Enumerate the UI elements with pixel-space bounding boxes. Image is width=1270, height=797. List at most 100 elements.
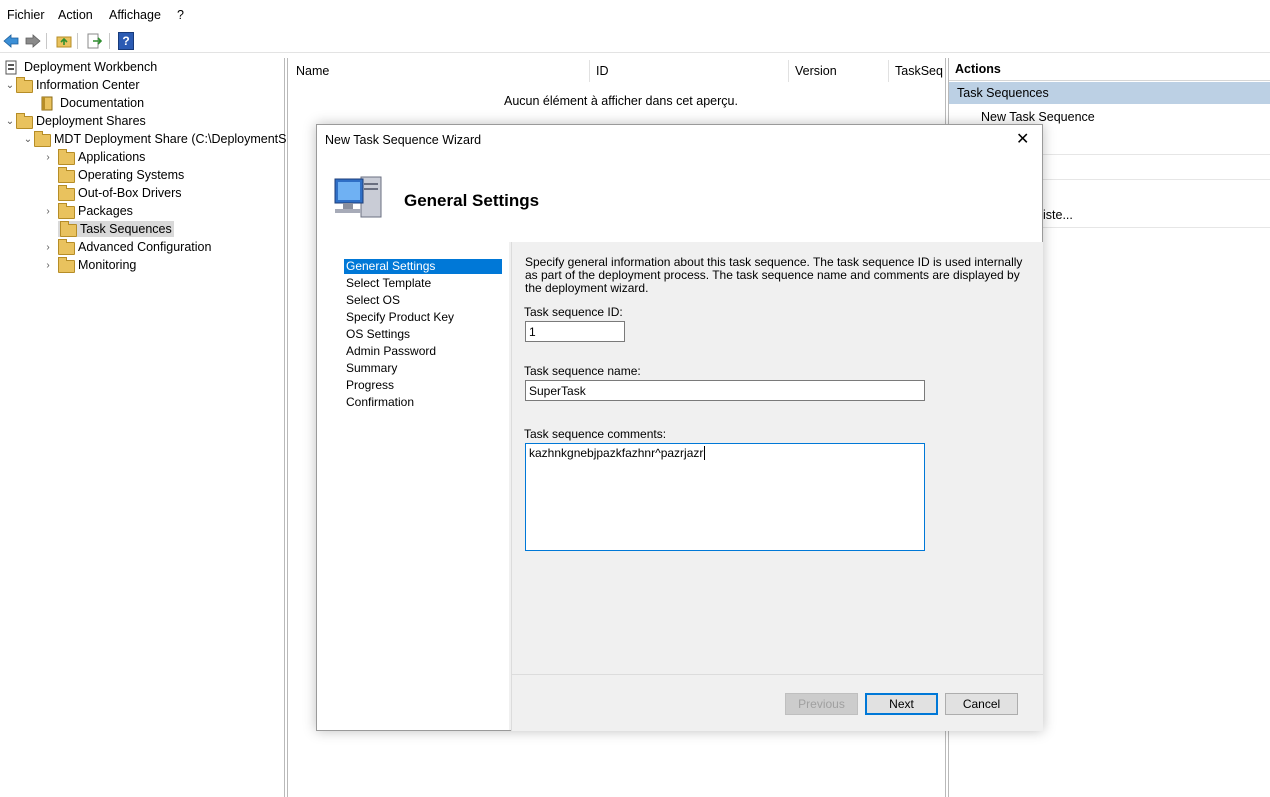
step-admin-password[interactable]: Admin Password <box>344 344 438 359</box>
column-separator[interactable] <box>589 60 590 82</box>
export-list-icon[interactable] <box>86 32 104 50</box>
dialog-header: General Settings <box>317 155 1042 242</box>
menu-action[interactable]: Action <box>58 8 93 22</box>
console-tree: Deployment Workbench ⌄ Information Cente… <box>0 58 293 797</box>
step-general-settings[interactable]: General Settings <box>344 259 502 274</box>
cancel-button[interactable]: Cancel <box>945 693 1018 715</box>
help-icon[interactable]: ? <box>117 32 135 50</box>
tree-node-task-sequences[interactable]: Task Sequences <box>58 220 174 238</box>
tree-label: Operating Systems <box>78 168 185 182</box>
chevron-down-icon[interactable]: ⌄ <box>4 115 16 127</box>
menu-bar: Fichier Action Affichage ? <box>0 0 1270 30</box>
tree-node-information-center[interactable]: ⌄ Information Center <box>4 76 140 94</box>
tree-node-workbench[interactable]: Deployment Workbench <box>4 58 157 76</box>
forward-arrow-icon[interactable] <box>24 32 42 50</box>
folder-open-icon <box>16 113 33 129</box>
folder-icon <box>58 257 75 273</box>
new-task-sequence-wizard: New Task Sequence Wizard ✕ General Setti… <box>316 124 1043 731</box>
tree-node-monitoring[interactable]: › Monitoring <box>42 256 136 274</box>
description-text: Specify general information about this t… <box>525 255 1023 295</box>
actions-title: Actions <box>955 62 1001 76</box>
step-select-template[interactable]: Select Template <box>344 276 433 291</box>
tree-label: Applications <box>78 150 146 164</box>
tree-node-packages[interactable]: › Packages <box>42 202 133 220</box>
column-separator[interactable] <box>888 60 889 82</box>
chevron-right-icon[interactable]: › <box>42 259 54 271</box>
dialog-title: New Task Sequence Wizard <box>325 133 482 147</box>
tree-node-drivers[interactable]: Out-of-Box Drivers <box>58 184 182 202</box>
menu-fichier[interactable]: Fichier <box>7 8 45 22</box>
next-button[interactable]: Next <box>865 693 938 715</box>
column-header-version[interactable]: Version <box>795 64 837 78</box>
tree-node-deployment-shares[interactable]: ⌄ Deployment Shares <box>4 112 146 130</box>
chevron-down-icon[interactable]: ⌄ <box>22 133 34 145</box>
id-label: Task sequence ID: <box>524 305 623 319</box>
tree-label: Monitoring <box>78 258 137 272</box>
column-header-name[interactable]: Name <box>296 64 329 78</box>
toolbar-separator <box>77 33 78 49</box>
book-icon <box>40 96 56 111</box>
workbench-icon <box>4 60 20 75</box>
folder-icon <box>58 203 75 219</box>
step-progress[interactable]: Progress <box>344 378 396 393</box>
task-sequence-name-input[interactable] <box>525 380 925 401</box>
menu-help[interactable]: ? <box>177 8 184 22</box>
folder-icon <box>58 149 75 165</box>
step-os-settings[interactable]: OS Settings <box>344 327 412 342</box>
comments-text: kazhnkgnebjpazkfazhnr^pazrjazr <box>529 446 704 460</box>
folder-open-icon <box>34 131 51 147</box>
dialog-titlebar[interactable]: New Task Sequence Wizard ✕ <box>317 125 1042 155</box>
close-icon[interactable]: ✕ <box>1016 129 1029 149</box>
page-heading: General Settings <box>404 191 540 210</box>
folder-icon <box>58 185 75 201</box>
previous-button[interactable]: Previous <box>785 693 858 715</box>
tree-node-mdt-share[interactable]: ⌄ MDT Deployment Share (C:\DeploymentSh <box>22 130 293 148</box>
chevron-right-icon[interactable]: › <box>42 151 54 163</box>
action-export-list[interactable]: iste... <box>1043 208 1073 222</box>
wizard-steps: General Settings Select Template Select … <box>317 242 509 730</box>
tree-node-applications[interactable]: › Applications <box>42 148 145 166</box>
folder-icon <box>58 167 75 183</box>
menu-affichage[interactable]: Affichage <box>109 8 161 22</box>
computer-icon <box>331 173 385 228</box>
step-summary[interactable]: Summary <box>344 361 399 376</box>
column-separator[interactable] <box>788 60 789 82</box>
tree-label: Advanced Configuration <box>78 240 212 254</box>
actions-section-task-sequences[interactable]: Task Sequences <box>949 82 1270 104</box>
tree-label: Out-of-Box Drivers <box>78 186 182 200</box>
wizard-footer: Previous Next Cancel <box>511 674 1043 731</box>
chevron-right-icon[interactable]: › <box>42 205 54 217</box>
folder-icon <box>60 221 77 237</box>
folder-icon <box>58 239 75 255</box>
step-select-os[interactable]: Select OS <box>344 293 402 308</box>
actions-section-label: Task Sequences <box>957 86 1049 100</box>
step-product-key[interactable]: Specify Product Key <box>344 310 456 325</box>
task-sequence-id-input[interactable] <box>525 321 625 342</box>
wizard-content: Specify general information about this t… <box>511 242 1043 677</box>
action-new-task-sequence[interactable]: New Task Sequence <box>981 110 1095 124</box>
actions-header: Actions <box>949 58 1270 81</box>
tree-node-documentation[interactable]: Documentation <box>40 94 144 112</box>
selected-highlight: Task Sequences <box>58 221 174 237</box>
tree-node-operating-systems[interactable]: Operating Systems <box>58 166 184 184</box>
name-label: Task sequence name: <box>524 364 641 378</box>
column-header-tasksequence[interactable]: TaskSequ <box>895 64 943 78</box>
toolbar-separator <box>109 33 110 49</box>
toolbar-separator <box>46 33 47 49</box>
chevron-down-icon[interactable]: ⌄ <box>4 79 16 91</box>
tree-label: Documentation <box>60 96 145 110</box>
column-header-id[interactable]: ID <box>596 64 609 78</box>
up-folder-icon[interactable] <box>55 32 73 50</box>
back-arrow-icon[interactable] <box>2 32 20 50</box>
step-confirmation[interactable]: Confirmation <box>344 395 416 410</box>
toolbar: ? <box>0 30 1270 53</box>
empty-list-message: Aucun élément à afficher dans cet aperçu… <box>504 94 738 108</box>
chevron-right-icon[interactable]: › <box>42 241 54 253</box>
folder-info-icon <box>16 77 33 93</box>
tree-label: Deployment Workbench <box>24 60 158 74</box>
tree-node-advanced-configuration[interactable]: › Advanced Configuration <box>42 238 211 256</box>
task-sequence-comments-input[interactable]: kazhnkgnebjpazkfazhnr^pazrjazr <box>525 443 925 551</box>
comments-label: Task sequence comments: <box>524 427 667 441</box>
tree-label: MDT Deployment Share (C:\DeploymentSh <box>54 132 294 146</box>
tree-label: Information Center <box>36 78 140 92</box>
